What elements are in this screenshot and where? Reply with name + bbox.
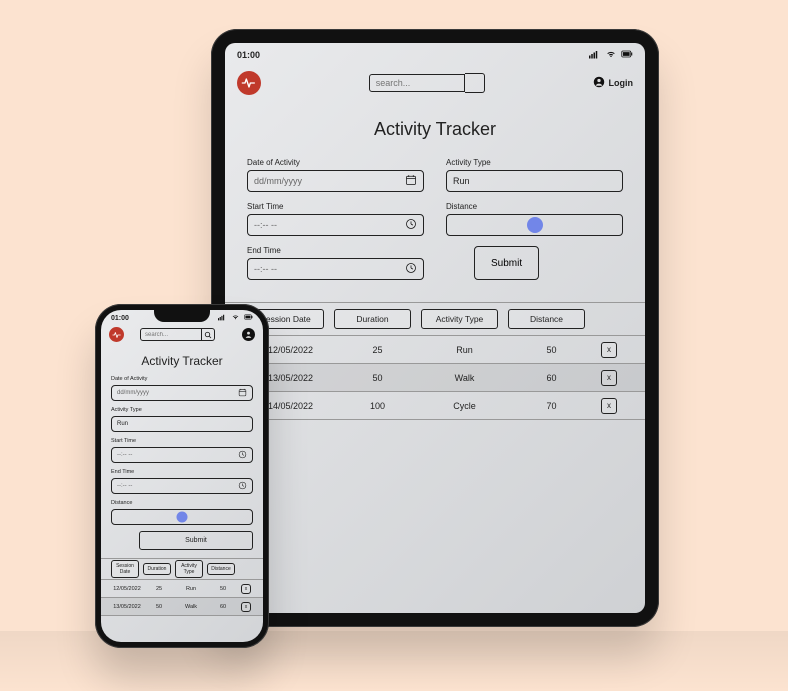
delete-button[interactable]: x <box>601 398 617 414</box>
slider-thumb[interactable] <box>527 217 543 233</box>
table-row: 12/05/2022 25 Run 50 x <box>101 580 263 598</box>
start-time-field: Start Time --:-- -- <box>247 202 424 236</box>
col-header-type[interactable]: Activity Type <box>421 309 498 329</box>
signal-icon <box>589 49 601 61</box>
login-label: Login <box>609 78 634 88</box>
col-header-duration[interactable]: Duration <box>143 563 171 575</box>
type-select[interactable]: Run <box>111 416 253 432</box>
submit-button[interactable]: Submit <box>474 246 539 280</box>
table-row: 13/05/2022 50 Walk 60 x <box>225 364 645 392</box>
search-input[interactable] <box>369 74 465 92</box>
date-label: Date of Activity <box>247 158 424 167</box>
col-header-type[interactable]: Activity Type <box>175 560 203 578</box>
wifi-icon <box>605 49 617 61</box>
distance-field: Distance <box>446 202 623 236</box>
date-input[interactable]: dd/mm/yyyy <box>111 385 253 401</box>
distance-slider[interactable] <box>446 214 623 236</box>
delete-button[interactable]: x <box>241 602 251 612</box>
signal-icon <box>218 313 227 323</box>
distance-label: Distance <box>446 202 623 211</box>
tablet-screen: 01:00 Login Activity Tracker <box>225 43 645 613</box>
distance-slider[interactable] <box>111 509 253 525</box>
start-time-input[interactable]: --:-- -- <box>111 447 253 463</box>
search-input[interactable] <box>140 328 202 341</box>
end-label: End Time <box>247 246 424 255</box>
tablet-device-frame: 01:00 Login Activity Tracker <box>211 29 659 627</box>
table-row: 14/05/2022 100 Cycle 70 x <box>225 392 645 420</box>
login-button[interactable]: Login <box>593 76 634 90</box>
app-logo <box>109 327 124 342</box>
type-label: Activity Type <box>446 158 623 167</box>
date-field: Date of Activity dd/mm/yyyy <box>247 158 424 192</box>
wifi-icon <box>231 313 240 323</box>
app-logo <box>237 71 261 95</box>
search-button[interactable] <box>202 328 215 341</box>
status-bar: 01:00 <box>225 43 645 63</box>
phone-device-frame: 01:00 Activity Tracker <box>95 304 269 648</box>
calendar-icon <box>238 388 247 399</box>
status-time: 01:00 <box>111 315 129 322</box>
clock-icon <box>238 481 247 492</box>
sessions-table: Session Date Duration Activity Type Dist… <box>225 302 645 420</box>
date-field: Date of Activity dd/mm/yyyy <box>111 376 253 401</box>
table-row: 13/05/2022 50 Walk 60 x <box>101 598 263 616</box>
date-input[interactable]: dd/mm/yyyy <box>247 170 424 192</box>
page-title: Activity Tracker <box>225 119 645 140</box>
battery-icon <box>244 313 253 323</box>
clock-icon <box>405 218 417 232</box>
status-time: 01:00 <box>237 50 260 60</box>
end-time-input[interactable]: --:-- -- <box>111 478 253 494</box>
delete-button[interactable]: x <box>601 342 617 358</box>
end-time-input[interactable]: --:-- -- <box>247 258 424 280</box>
phone-screen: 01:00 Activity Tracker <box>101 310 263 642</box>
type-field: Activity Type Run <box>446 158 623 192</box>
col-header-distance[interactable]: Distance <box>207 563 235 575</box>
page-title: Activity Tracker <box>101 354 263 368</box>
table-row: 12/05/2022 25 Run 50 x <box>225 336 645 364</box>
slider-thumb[interactable] <box>177 512 188 523</box>
col-header-date[interactable]: Session Date <box>111 560 139 578</box>
distance-field: Distance <box>111 500 253 525</box>
user-avatar-button[interactable] <box>242 328 255 341</box>
delete-button[interactable]: x <box>601 370 617 386</box>
type-select[interactable]: Run <box>446 170 623 192</box>
start-time-input[interactable]: --:-- -- <box>247 214 424 236</box>
end-time-field: End Time --:-- -- <box>247 246 424 280</box>
col-header-duration[interactable]: Duration <box>334 309 411 329</box>
submit-button[interactable]: Submit <box>139 531 253 550</box>
phone-notch <box>154 310 210 322</box>
user-icon <box>593 76 605 90</box>
type-field: Activity Type Run <box>111 407 253 432</box>
search-icon <box>204 327 212 342</box>
clock-icon <box>238 450 247 461</box>
end-time-field: End Time --:-- -- <box>111 469 253 494</box>
delete-button[interactable]: x <box>241 584 251 594</box>
battery-icon <box>621 49 633 61</box>
clock-icon <box>405 262 417 276</box>
start-label: Start Time <box>247 202 424 211</box>
search-button[interactable] <box>465 73 485 93</box>
start-time-field: Start Time --:-- -- <box>111 438 253 463</box>
col-header-distance[interactable]: Distance <box>508 309 585 329</box>
calendar-icon <box>405 174 417 188</box>
